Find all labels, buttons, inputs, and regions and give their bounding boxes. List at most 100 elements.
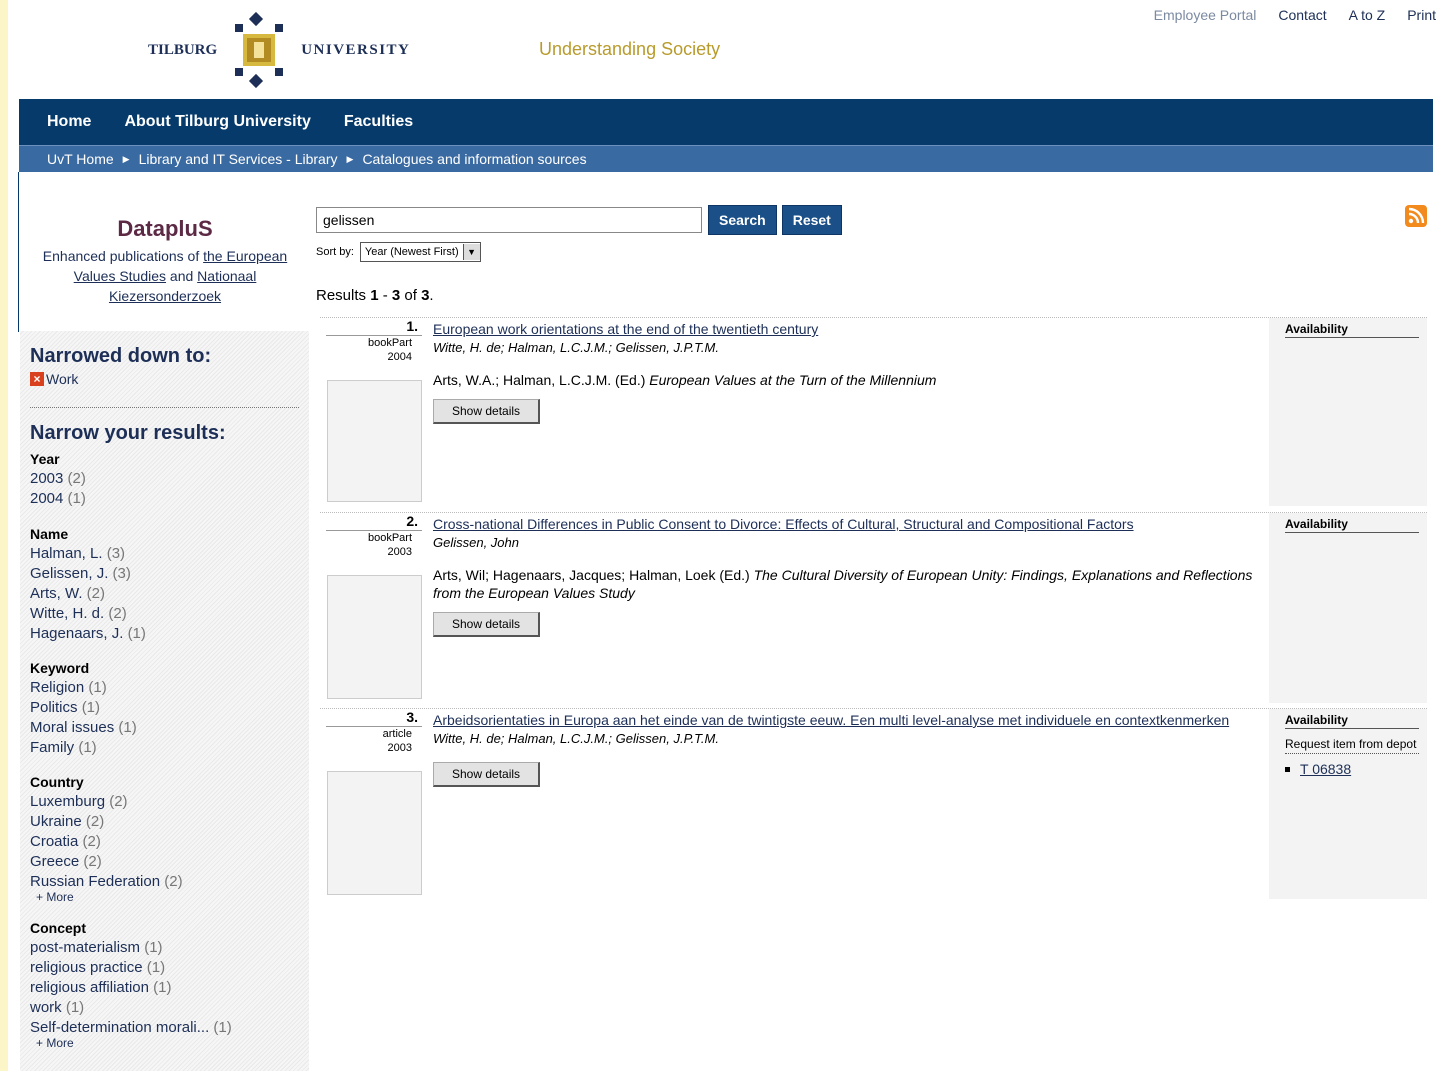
facet-item[interactable]: 2004 (1): [30, 489, 299, 509]
facet-item[interactable]: Family (1): [30, 738, 299, 758]
facet-item[interactable]: Arts, W. (2): [30, 584, 299, 604]
sort-select[interactable]: Year (Newest First) ▼: [359, 242, 481, 262]
record-thumbnail: [327, 575, 422, 699]
nav-home[interactable]: Home: [47, 113, 91, 131]
description-and: and: [166, 268, 198, 284]
show-details-button[interactable]: Show details: [433, 612, 541, 637]
dataplus-title: DatapluS: [117, 216, 213, 241]
record-type: bookPart: [367, 337, 412, 349]
facet-item[interactable]: Croatia (2): [30, 832, 299, 852]
record-title-link[interactable]: Arbeidsorientaties in Europa aan het ein…: [433, 711, 1263, 730]
sort-label: Sort by:: [316, 246, 354, 258]
record-type: bookPart: [367, 532, 412, 544]
a-to-z-link[interactable]: A to Z: [1349, 7, 1386, 23]
facet-item[interactable]: Ukraine (2): [30, 812, 299, 832]
record-thumbnail: [327, 380, 422, 502]
tagline: Understanding Society: [539, 39, 721, 59]
availability-heading: Availability: [1285, 322, 1419, 338]
record-title-link[interactable]: Cross-national Differences in Public Con…: [433, 515, 1263, 534]
breadcrumb-catalogues[interactable]: Catalogues and information sources: [362, 151, 586, 167]
facet-title: Keyword: [30, 660, 90, 676]
record-main: 3. article 2003 Arbeidsorientaties in Eu…: [320, 709, 1269, 899]
more-link[interactable]: + More: [36, 890, 299, 904]
contact-link[interactable]: Contact: [1278, 7, 1326, 23]
facet-item[interactable]: Greece (2): [30, 852, 299, 872]
top-links: Employee Portal Contact A to Z Print: [1154, 7, 1436, 23]
facet-item[interactable]: religious practice (1): [30, 958, 299, 978]
availability-panel: Availability: [1277, 318, 1427, 506]
breadcrumb-uvt-home[interactable]: UvT Home: [47, 151, 114, 167]
facet-item[interactable]: Halman, L. (3): [30, 544, 299, 564]
left-rule: [18, 172, 19, 332]
university-logo[interactable]: Tilburg University: [148, 11, 410, 89]
print-link[interactable]: Print: [1407, 7, 1436, 23]
facet-item[interactable]: Hagenaars, J. (1): [30, 624, 299, 644]
facet-concept: Concept post-materialism (1) religious p…: [30, 920, 299, 1050]
facet-item[interactable]: Moral issues (1): [30, 718, 299, 738]
facet-title: Year: [30, 451, 60, 467]
bullet-icon: [1285, 766, 1290, 772]
request-item-text: Request item from depot: [1285, 737, 1419, 754]
dataplus-description: Enhanced publications of the European Va…: [20, 246, 310, 306]
more-link[interactable]: + More: [36, 1036, 299, 1050]
show-details-button[interactable]: Show details: [433, 399, 541, 424]
employee-portal-link[interactable]: Employee Portal: [1154, 7, 1257, 23]
facet-country: Country Luxemburg (2) Ukraine (2) Croati…: [30, 774, 299, 904]
location-link[interactable]: T 06838: [1300, 761, 1351, 777]
breadcrumb-arrow-icon: ▶: [122, 153, 130, 164]
facet-year: Year 2003 (2) 2004 (1): [30, 451, 299, 509]
nav-faculties[interactable]: Faculties: [344, 113, 413, 131]
breadcrumb-library[interactable]: Library and IT Services - Library: [139, 151, 338, 167]
facet-item[interactable]: Religion (1): [30, 678, 299, 698]
record-thumbnail: [327, 771, 422, 895]
logo-emblem-icon: [221, 11, 297, 89]
page: Tilburg University Understanding Society…: [8, 0, 1444, 1071]
reset-button[interactable]: Reset: [781, 205, 842, 235]
facet-item[interactable]: Self-determination morali... (1): [30, 1018, 299, 1038]
remove-filter-icon[interactable]: ×: [30, 372, 44, 386]
record-authors: Witte, H. de; Halman, L.C.J.M.; Gelissen…: [433, 340, 719, 355]
record-year: 2003: [387, 742, 412, 754]
record-authors: Witte, H. de; Halman, L.C.J.M.; Gelissen…: [433, 731, 719, 746]
record-meta: 1. bookPart 2004: [326, 318, 422, 364]
record-body: European work orientations at the end of…: [433, 320, 1263, 424]
search-button[interactable]: Search: [708, 205, 777, 235]
facet-item[interactable]: post-materialism (1): [30, 938, 299, 958]
record-title-link[interactable]: European work orientations at the end of…: [433, 320, 1263, 339]
facet-item[interactable]: Witte, H. d. (2): [30, 604, 299, 624]
narrowed-filter-label: Work: [46, 371, 79, 387]
results-count: Results 1 - 3 of 3.: [316, 287, 434, 304]
breadcrumb: UvT Home ▶ Library and IT Services - Lib…: [19, 145, 1433, 172]
narrowed-filter-work[interactable]: × Work: [30, 371, 299, 387]
facet-keyword: Keyword Religion (1) Politics (1) Moral …: [30, 660, 299, 758]
facet-item[interactable]: Russian Federation (2): [30, 872, 299, 892]
result-record: 1. bookPart 2004 European work orientati…: [320, 317, 1427, 506]
facet-item[interactable]: Politics (1): [30, 698, 299, 718]
main-nav: Home About Tilburg University Faculties: [19, 99, 1433, 145]
facet-item[interactable]: Luxemburg (2): [30, 792, 299, 812]
search-row: Search Reset: [316, 205, 842, 235]
search-input[interactable]: [316, 207, 702, 233]
facet-item[interactable]: work (1): [30, 998, 299, 1018]
show-details-button[interactable]: Show details: [433, 762, 541, 787]
rss-feed-icon[interactable]: [1405, 205, 1427, 227]
facet-item[interactable]: religious affiliation (1): [30, 978, 299, 998]
facet-item[interactable]: 2003 (2): [30, 469, 299, 489]
facet-item[interactable]: Gelissen, J. (3): [30, 564, 299, 584]
facet-title: Concept: [30, 920, 86, 936]
availability-heading: Availability: [1285, 713, 1419, 729]
sidebar-divider: [30, 407, 299, 408]
breadcrumb-arrow-icon: ▶: [346, 153, 354, 164]
narrowed-title: Narrowed down to:: [30, 345, 212, 367]
record-body: Arbeidsorientaties in Europa aan het ein…: [433, 711, 1263, 787]
facet-title: Name: [30, 526, 69, 542]
record-number: 3.: [326, 709, 422, 727]
narrow-results-title: Narrow your results:: [30, 422, 226, 444]
availability-heading: Availability: [1285, 517, 1419, 533]
sort-row: Sort by: Year (Newest First) ▼: [316, 242, 481, 262]
logo-text-left: Tilburg: [148, 41, 218, 58]
nav-about[interactable]: About Tilburg University: [124, 113, 310, 131]
dropdown-arrow-icon: ▼: [462, 244, 480, 260]
record-body: Cross-national Differences in Public Con…: [433, 515, 1263, 637]
record-year: 2003: [387, 546, 412, 558]
